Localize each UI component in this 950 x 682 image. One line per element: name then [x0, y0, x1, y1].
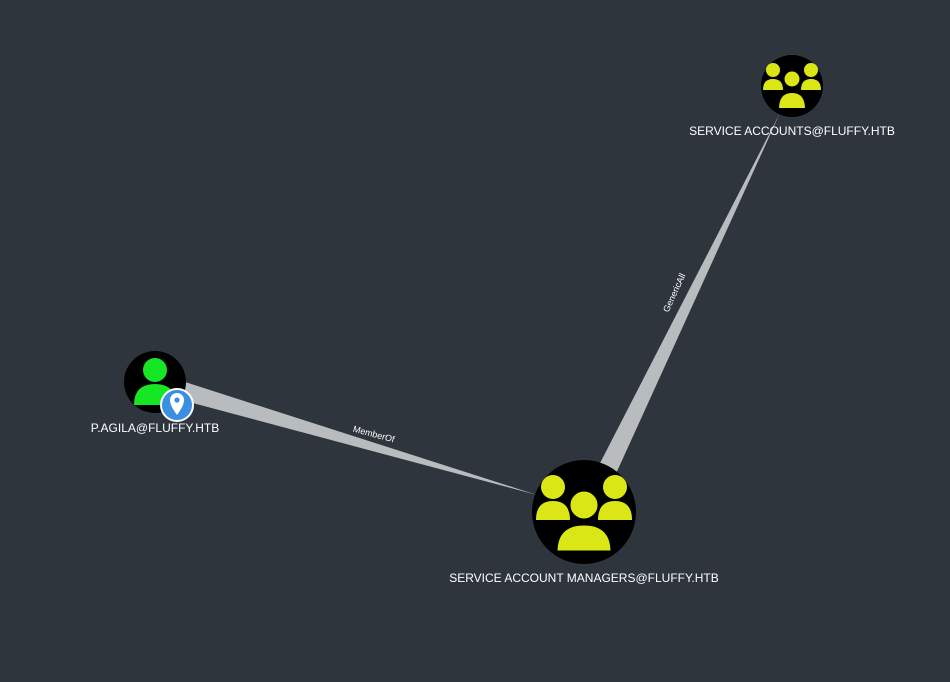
node-p-agila-label: P.AGILA@FLUFFY.HTB: [91, 421, 219, 435]
graph-canvas[interactable]: MemberOf GenericAll SERVICE ACCOUNTS@FLU…: [0, 0, 950, 682]
node-service-account-managers[interactable]: SERVICE ACCOUNT MANAGERS@FLUFFY.HTB: [449, 460, 719, 585]
node-service-accounts[interactable]: SERVICE ACCOUNTS@FLUFFY.HTB: [689, 55, 895, 138]
node-service-account-managers-label: SERVICE ACCOUNT MANAGERS@FLUFFY.HTB: [449, 571, 719, 585]
edge-generic-all-line[interactable]: [597, 113, 780, 478]
node-service-accounts-label: SERVICE ACCOUNTS@FLUFFY.HTB: [689, 124, 895, 138]
location-pin-icon: [160, 388, 194, 422]
relationship-graph[interactable]: MemberOf GenericAll SERVICE ACCOUNTS@FLU…: [0, 0, 950, 682]
edge-generic-all[interactable]: GenericAll: [597, 113, 780, 478]
edge-member-of[interactable]: MemberOf: [174, 381, 537, 495]
edge-member-of-line[interactable]: [174, 381, 537, 495]
